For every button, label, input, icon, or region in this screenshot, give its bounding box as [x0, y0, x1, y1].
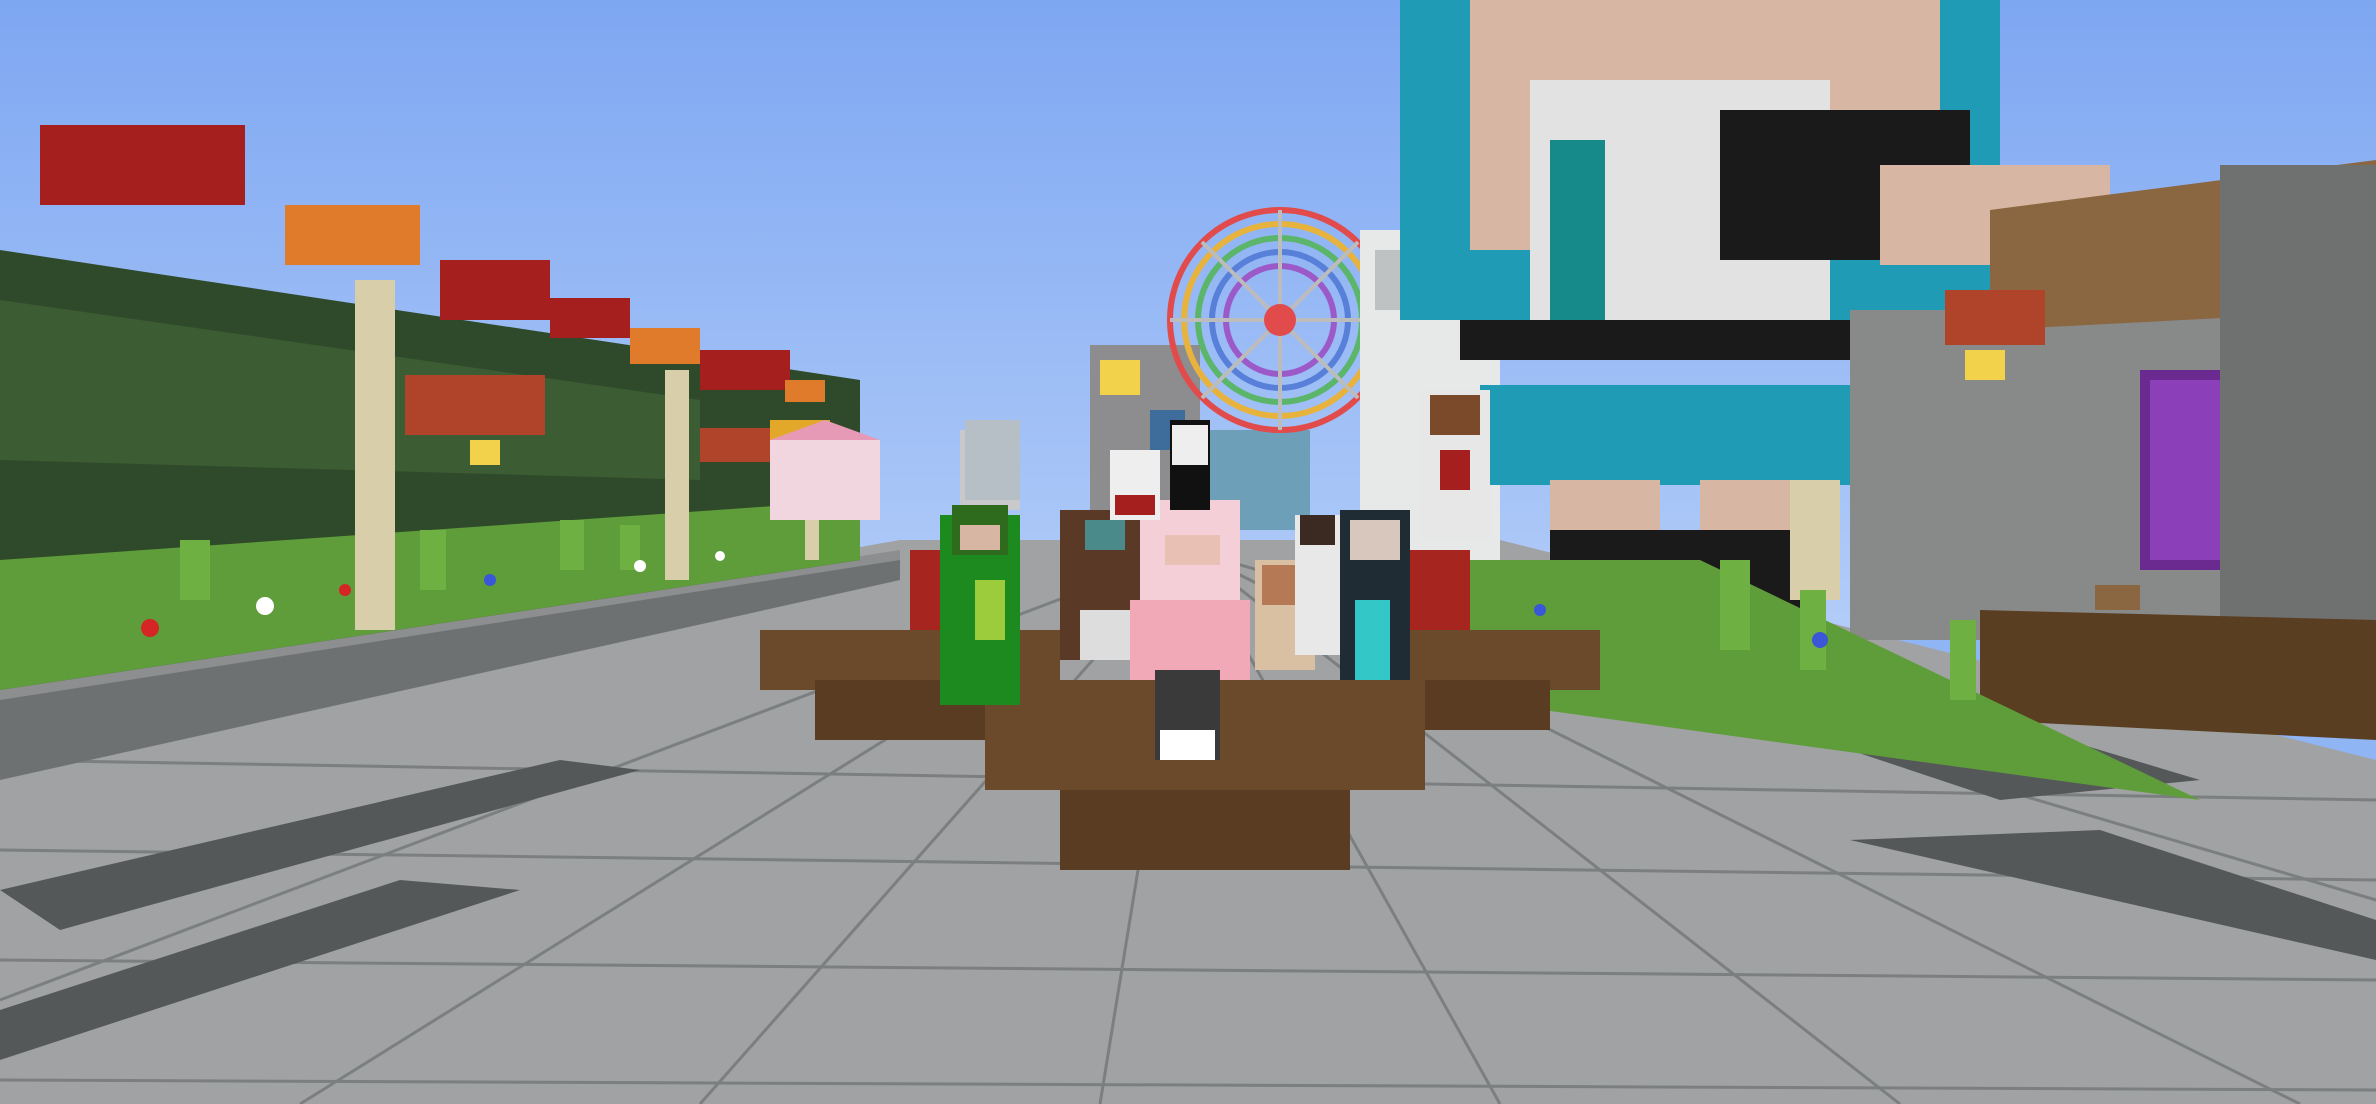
player-avatar-icon — [1340, 510, 1410, 680]
game-viewport[interactable] — [0, 0, 2376, 1104]
player-avatar-icon — [940, 505, 1020, 705]
player-avatar-icon — [1110, 450, 1160, 520]
player-avatar-icon — [1170, 420, 1210, 510]
player-avatar-icon — [1295, 515, 1340, 655]
player-avatar-icon — [1420, 390, 1490, 540]
player-avatar-icon — [965, 420, 1020, 500]
ferris-wheel-icon — [1167, 207, 1393, 433]
player-avatar-icon — [1060, 510, 1140, 660]
